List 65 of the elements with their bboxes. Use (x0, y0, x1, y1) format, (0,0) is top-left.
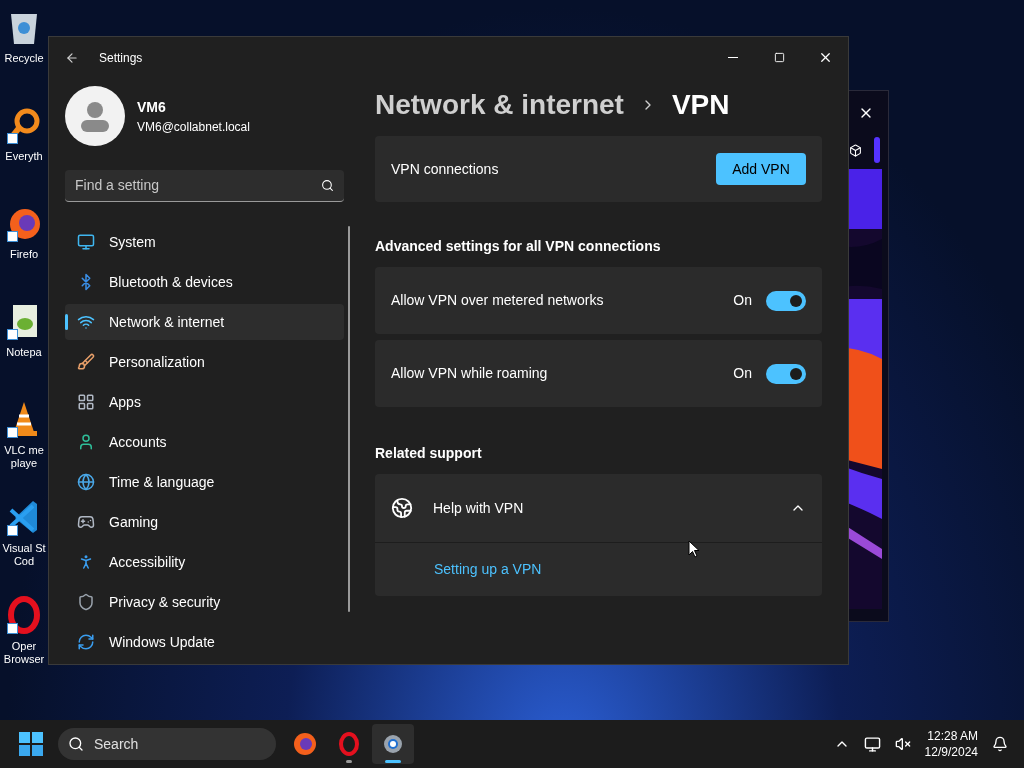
bell-icon[interactable] (992, 736, 1008, 752)
desktop-icon-label[interactable]: VLC me playe (1, 444, 47, 470)
nav-item[interactable]: Windows Update (65, 624, 344, 660)
help-link[interactable]: Setting up a VPN (434, 559, 542, 580)
nav-item[interactable]: Personalization (65, 344, 344, 380)
settings-search-field[interactable]: Find a setting (65, 170, 344, 202)
taskbar-app-button[interactable] (372, 724, 414, 764)
volume-muted-icon[interactable] (894, 736, 911, 752)
scrollbar[interactable] (348, 226, 350, 612)
app-icon (7, 106, 41, 144)
setting-label: Allow VPN over metered networks (391, 291, 604, 310)
toggle-switch[interactable] (766, 363, 806, 384)
search-icon[interactable] (321, 179, 334, 192)
setting-label: Allow VPN while roaming (391, 364, 548, 383)
nav-item[interactable]: Accounts (65, 424, 344, 460)
user-name: VM6 (137, 97, 167, 117)
avatar-icon[interactable] (65, 86, 125, 146)
desktop-icon-label[interactable]: Firefo (1, 248, 47, 261)
nav-item[interactable]: Bluetooth & devices (65, 264, 344, 300)
minimize-icon (728, 57, 738, 58)
help-header[interactable]: Help with VPN (375, 474, 822, 542)
desktop-icon-label[interactable]: Notepa (1, 346, 47, 359)
desktop-icon-label[interactable]: Visual St Cod (1, 542, 47, 568)
globe-icon (391, 497, 413, 519)
desktop-icon-label[interactable]: Oper Browser (1, 640, 47, 666)
app-icon (7, 596, 41, 634)
breadcrumb-parent[interactable]: Network & internet (375, 84, 624, 126)
nav-item[interactable]: Accessibility (65, 544, 344, 580)
mouse-cursor-icon (688, 540, 700, 558)
add-vpn-button[interactable]: Add VPN (716, 153, 806, 185)
desktop-icon-label[interactable]: Everyth (1, 150, 47, 163)
toggle-switch[interactable] (766, 290, 806, 311)
section-heading: Advanced settings for all VPN connections (375, 237, 662, 256)
shield-icon (77, 593, 95, 611)
apps-grid-icon (77, 393, 95, 411)
taskbar-search-field[interactable]: Search (58, 728, 276, 760)
network-icon[interactable] (863, 735, 881, 753)
maximize-icon (773, 52, 785, 63)
brush-icon (77, 353, 95, 371)
nav-item[interactable]: Privacy & security (65, 584, 344, 620)
window-title: Settings (99, 49, 143, 67)
search-icon (68, 736, 84, 752)
toggle-state: On (733, 291, 752, 310)
nav-item[interactable]: Network & internet (65, 304, 344, 340)
nav-item[interactable]: Time & language (65, 464, 344, 500)
user-email: VM6@collabnet.local (137, 118, 250, 136)
nav-item[interactable]: Gaming (65, 504, 344, 540)
cube-icon[interactable] (849, 143, 862, 157)
update-icon (77, 633, 95, 651)
start-button[interactable] (18, 731, 44, 757)
ring-logo-icon (337, 732, 361, 756)
desktop-icon-label[interactable]: Recycle (1, 52, 47, 65)
scroll-thumb[interactable] (874, 137, 880, 163)
back-icon[interactable] (65, 50, 79, 65)
person-icon (77, 433, 95, 451)
wifi-icon (77, 313, 95, 331)
clock[interactable]: 12:28 AM 12/9/2024 (924, 728, 978, 760)
monitor-icon (77, 233, 95, 251)
nav-item[interactable]: Apps (65, 384, 344, 420)
section-heading: Related support (375, 444, 483, 463)
page-title: VPN (671, 88, 730, 122)
gamepad-icon (77, 513, 95, 531)
toggle-state: On (733, 364, 752, 383)
nav-item[interactable]: System (65, 224, 344, 260)
card-label: VPN connections (391, 159, 499, 179)
